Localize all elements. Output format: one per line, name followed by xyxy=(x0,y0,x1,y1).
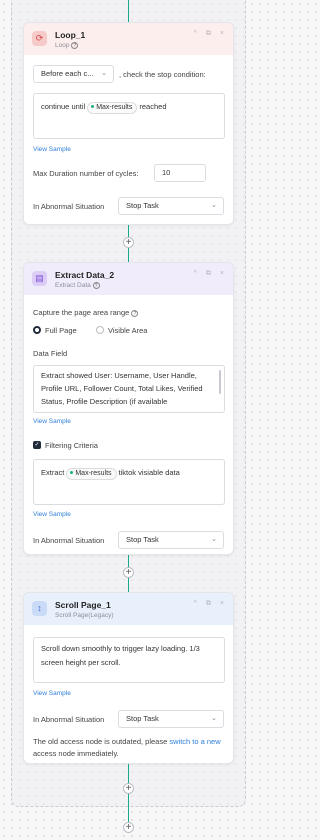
stop-condition-editor[interactable]: continue until Max-results reached xyxy=(33,93,225,139)
connector-line xyxy=(128,764,129,824)
checkbox-checked-icon: ✓ xyxy=(33,441,41,450)
extract-title: Extract Data_2 xyxy=(55,270,115,280)
view-sample-link[interactable]: View Sample xyxy=(33,146,71,153)
copy-icon[interactable]: ⧉ xyxy=(206,270,211,277)
scroll-instruction-editor[interactable]: Scroll down smoothly to trigger lazy loa… xyxy=(33,637,225,683)
connector-line xyxy=(128,0,129,22)
collapse-icon[interactable]: ^ xyxy=(194,30,197,37)
add-step-button[interactable]: + xyxy=(123,822,134,833)
condition-prefix: continue until xyxy=(41,102,86,111)
card-actions: ^ ⧉ × xyxy=(185,30,224,38)
chevron-down-icon: ⌄ xyxy=(101,70,107,77)
chevron-down-icon: ⌄ xyxy=(211,536,217,543)
loop-card[interactable]: ⟳ Loop_1 Loop ? ^ ⧉ × Before each c... ⌄ ,… xyxy=(23,22,234,225)
loop-title: Loop_1 xyxy=(55,30,86,40)
radio-selected-icon xyxy=(33,326,41,335)
add-step-button[interactable]: + xyxy=(123,783,134,794)
close-icon[interactable]: × xyxy=(220,600,224,607)
close-icon[interactable]: × xyxy=(220,30,224,37)
abnormal-situation-select[interactable]: Stop Task ⌄ xyxy=(118,197,224,215)
full-page-radio[interactable]: Full Page xyxy=(33,326,77,335)
abnormal-situation-label: In Abnormal Situation xyxy=(33,202,105,211)
capture-range-label: Capture the page area range ? xyxy=(33,308,139,317)
max-cycles-label: Max Duration number of cycles: xyxy=(33,169,139,178)
extract-icon: ▤ xyxy=(32,271,47,286)
loop-timing-select[interactable]: Before each c... ⌄ xyxy=(33,65,114,83)
scroll-subtitle: Scroll Page(Legacy) xyxy=(55,612,114,619)
help-icon[interactable]: ? xyxy=(131,309,139,317)
scroll-card-header[interactable]: ↕ Scroll Page_1 Scroll Page(Legacy) ^ ⧉ × xyxy=(24,593,233,625)
add-step-button[interactable]: + xyxy=(123,237,134,248)
abnormal-situation-label: In Abnormal Situation xyxy=(33,536,105,545)
switch-node-link[interactable]: switch to a new xyxy=(169,737,220,746)
copy-icon[interactable]: ⧉ xyxy=(206,30,211,37)
help-icon[interactable]: ? xyxy=(71,42,79,49)
scroll-title: Scroll Page_1 xyxy=(55,600,111,610)
scroll-instruction-text: Scroll down smoothly to trigger lazy loa… xyxy=(41,644,200,667)
visible-area-radio[interactable]: Visible Area xyxy=(96,326,147,335)
scroll-icon: ↕ xyxy=(32,601,47,616)
card-actions: ^ ⧉ × xyxy=(185,270,224,278)
outdated-node-notice: The old access node is outdated, please … xyxy=(33,737,221,758)
abnormal-situation-value: Stop Task xyxy=(126,714,159,723)
filter-prefix: Extract xyxy=(41,468,65,477)
radio-unselected-icon xyxy=(96,326,104,335)
filter-suffix: tiktok visiable data xyxy=(118,468,180,477)
copy-icon[interactable]: ⧉ xyxy=(206,600,211,607)
data-field-text: Extract showed User: Username, User Hand… xyxy=(41,371,203,407)
extract-card-header[interactable]: ▤ Extract Data_2 Extract Data ? ^ ⧉ × xyxy=(24,263,233,295)
abnormal-situation-label: In Abnormal Situation xyxy=(33,715,105,724)
add-step-button[interactable]: + xyxy=(123,567,134,578)
view-sample-link[interactable]: View Sample xyxy=(33,511,71,518)
view-sample-link[interactable]: View Sample xyxy=(33,690,71,697)
chevron-down-icon: ⌄ xyxy=(211,202,217,209)
abnormal-situation-select[interactable]: Stop Task ⌄ xyxy=(118,531,224,549)
extract-data-card[interactable]: ▤ Extract Data_2 Extract Data ? ^ ⧉ × Capt… xyxy=(23,262,234,555)
loop-icon: ⟳ xyxy=(32,31,47,46)
max-cycles-input[interactable]: 10 xyxy=(154,164,206,182)
loop-card-header[interactable]: ⟳ Loop_1 Loop ? ^ ⧉ × xyxy=(24,23,233,55)
filtering-criteria-editor[interactable]: Extract Max-results tiktok visiable data xyxy=(33,459,225,505)
filtering-criteria-checkbox[interactable]: ✓ Filtering Criteria xyxy=(33,441,98,450)
scroll-page-card[interactable]: ↕ Scroll Page_1 Scroll Page(Legacy) ^ ⧉ × … xyxy=(23,592,234,764)
card-actions: ^ ⧉ × xyxy=(185,600,224,608)
loop-timing-value: Before each c... xyxy=(41,69,94,78)
condition-suffix: reached xyxy=(139,102,167,111)
data-field-editor[interactable]: Extract showed User: Username, User Hand… xyxy=(33,365,225,413)
variable-tag[interactable]: Max-results xyxy=(66,468,117,480)
loop-subtitle: Loop ? xyxy=(55,42,79,49)
help-icon[interactable]: ? xyxy=(92,282,100,289)
abnormal-situation-value: Stop Task xyxy=(126,535,159,544)
collapse-icon[interactable]: ^ xyxy=(194,600,197,607)
view-sample-link[interactable]: View Sample xyxy=(33,418,71,425)
abnormal-situation-select[interactable]: Stop Task ⌄ xyxy=(118,710,224,728)
abnormal-situation-value: Stop Task xyxy=(126,201,159,210)
collapse-icon[interactable]: ^ xyxy=(194,270,197,277)
data-field-label: Data Field xyxy=(33,349,68,358)
variable-tag[interactable]: Max-results xyxy=(87,102,138,114)
chevron-down-icon: ⌄ xyxy=(211,715,217,722)
stop-condition-label: , check the stop condition: xyxy=(119,70,206,79)
scrollbar[interactable] xyxy=(219,370,221,394)
close-icon[interactable]: × xyxy=(220,270,224,277)
extract-subtitle: Extract Data ? xyxy=(55,282,100,289)
